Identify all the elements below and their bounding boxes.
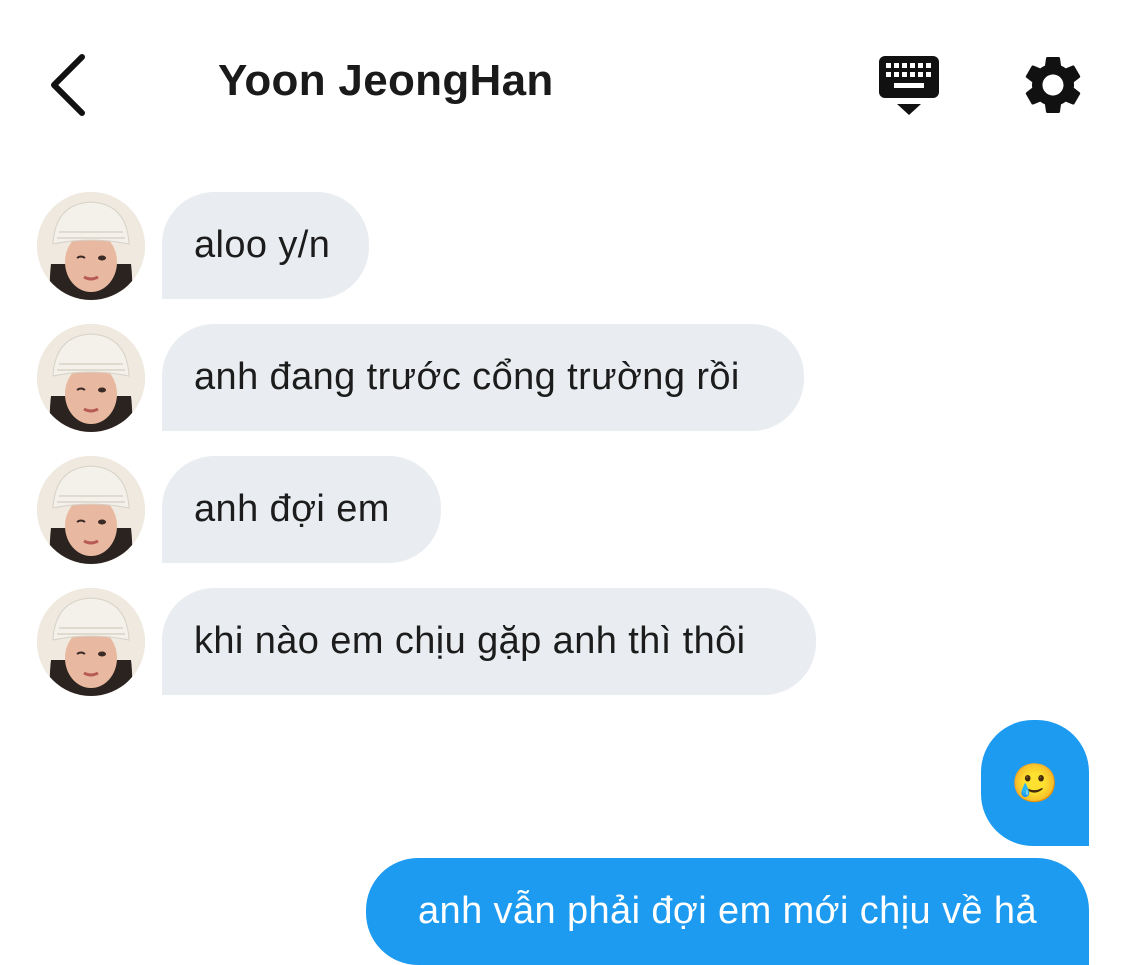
avatar[interactable] bbox=[37, 588, 145, 696]
message-bubble-incoming[interactable]: anh đang trước cổng trường rồi bbox=[162, 324, 804, 431]
message-text: aloo y/n bbox=[194, 224, 331, 266]
avatar-photo bbox=[37, 192, 145, 300]
avatar-photo bbox=[37, 324, 145, 432]
message-bubble-outgoing[interactable]: anh vẫn phải đợi em mới chịu về hả bbox=[366, 858, 1089, 965]
message-emoji: 🥲 bbox=[1011, 761, 1059, 805]
message-bubble-outgoing[interactable]: 🥲 bbox=[981, 720, 1089, 846]
message-text: anh đang trước cổng trường rồi bbox=[194, 356, 740, 398]
avatar[interactable] bbox=[37, 324, 145, 432]
message-text: anh vẫn phải đợi em mới chịu về hả bbox=[418, 890, 1037, 932]
message-bubble-incoming[interactable]: khi nào em chịu gặp anh thì thôi bbox=[162, 588, 816, 695]
message-bubble-incoming[interactable]: aloo y/n bbox=[162, 192, 369, 299]
avatar[interactable] bbox=[37, 192, 145, 300]
message-bubble-incoming[interactable]: anh đợi em bbox=[162, 456, 441, 563]
avatar-photo bbox=[37, 456, 145, 564]
avatar[interactable] bbox=[37, 456, 145, 564]
avatar-photo bbox=[37, 588, 145, 696]
message-list[interactable]: aloo y/n anh đang trước cổng trường rồi bbox=[0, 0, 1125, 965]
message-text: khi nào em chịu gặp anh thì thôi bbox=[194, 620, 746, 662]
message-text: anh đợi em bbox=[194, 488, 390, 530]
